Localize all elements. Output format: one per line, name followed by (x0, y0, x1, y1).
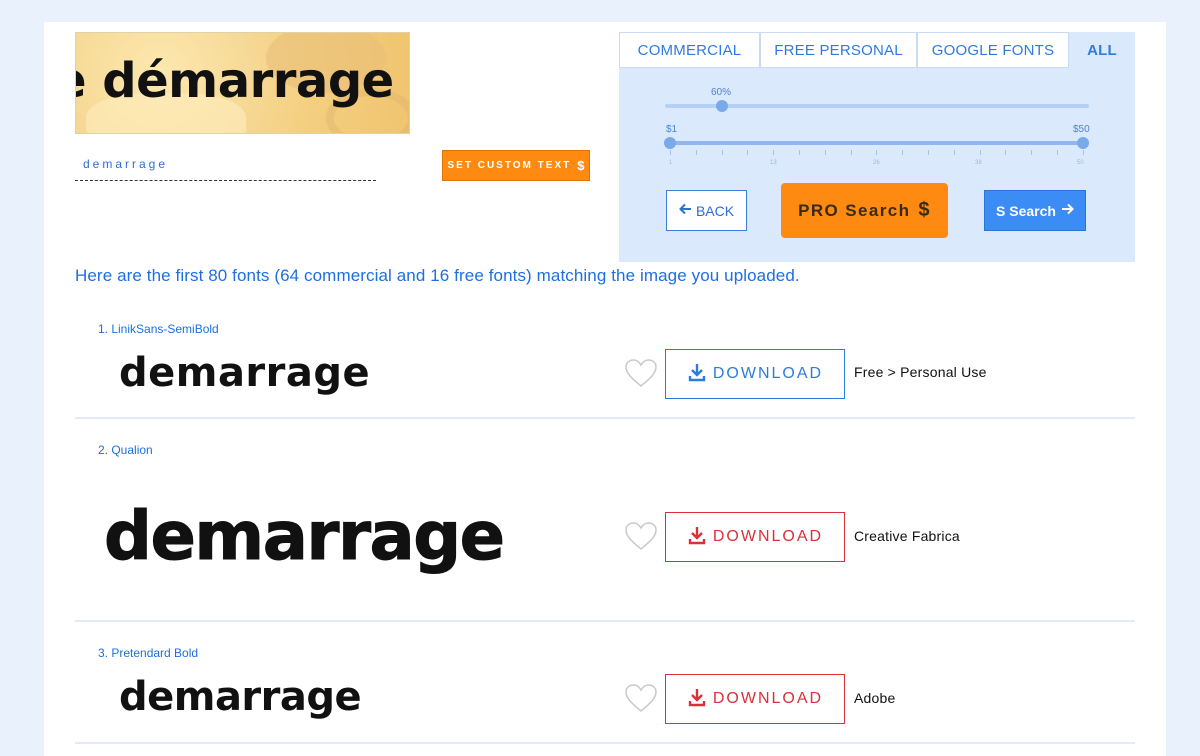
download-label: DOWNLOAD (712, 365, 824, 382)
heart-icon[interactable] (624, 683, 658, 713)
font-sample[interactable]: demarrage (119, 350, 370, 396)
price-scale-tick (799, 150, 800, 155)
price-tick-label: 38 (975, 160, 982, 166)
preview-text: e démarrage c (76, 53, 409, 109)
license-source: Free > Personal Use (854, 364, 987, 380)
custom-text-input[interactable]: demarrage (75, 152, 376, 181)
font-name-link[interactable]: 1. LinikSans-SemiBold (98, 322, 219, 336)
license-source: Creative Fabrica (854, 528, 960, 544)
price-scale-tick (1082, 150, 1084, 155)
price-scale-tick (670, 150, 671, 155)
font-name-link[interactable]: 2. Qualion (98, 443, 153, 457)
tab-free-personal[interactable]: FREE PERSONAL (760, 32, 917, 68)
price-scale-tick (695, 150, 697, 155)
price-scale-tick (1057, 150, 1058, 155)
tab-commercial[interactable]: COMMERCIAL (619, 32, 760, 68)
heart-icon[interactable] (624, 358, 658, 388)
dollar-icon: $ (918, 199, 931, 221)
price-max-label: $50 (1073, 124, 1090, 135)
price-min-label: $1 (666, 124, 678, 135)
uploaded-image-preview: e démarrage c (75, 32, 410, 134)
search-panel: COMMERCIAL FREE PERSONAL GOOGLE FONTS AL… (619, 32, 1135, 262)
set-custom-text-label: SET CUSTOM TEXT (447, 160, 572, 171)
price-slider-min-handle[interactable] (664, 137, 676, 149)
similarity-value-label: 60% (711, 87, 732, 98)
license-source: Adobe (854, 690, 896, 706)
download-button[interactable]: DOWNLOAD (665, 349, 845, 399)
download-icon (687, 525, 707, 550)
font-result-row: 3. Pretendard Bold demarrage DOWNLOAD Ad… (75, 622, 1135, 744)
arrow-right-icon (1060, 202, 1074, 219)
price-scale-tick (1005, 150, 1007, 155)
download-label: DOWNLOAD (712, 528, 824, 545)
price-scale-tick (747, 150, 749, 155)
pro-search-label: PRO Search (798, 200, 911, 220)
dollar-icon: $ (577, 158, 585, 173)
price-scale-tick (979, 150, 981, 155)
price-slider-track[interactable] (669, 141, 1083, 145)
download-button[interactable]: DOWNLOAD (665, 674, 845, 724)
price-scale-tick (1031, 150, 1033, 155)
back-label: BACK (695, 202, 735, 219)
tab-google-fonts[interactable]: GOOGLE FONTS (917, 32, 1069, 68)
page: e démarrage c demarrage SET CUSTOM TEXT … (44, 22, 1166, 756)
tab-all[interactable]: ALL (1069, 32, 1135, 68)
similarity-slider-handle[interactable] (716, 100, 728, 112)
price-scale-tick (953, 150, 955, 155)
font-result-row: 1. LinikSans-SemiBold demarrage DOWNLOAD… (75, 316, 1135, 419)
font-sample[interactable]: demarrage (119, 674, 362, 720)
s-search-label: S Search (996, 202, 1056, 219)
similarity-slider-track[interactable] (665, 104, 1089, 108)
arrow-left-icon (679, 202, 693, 219)
price-scale-tick (721, 150, 723, 155)
pro-search-button[interactable]: PRO Search $ (781, 183, 948, 238)
download-button[interactable]: DOWNLOAD (665, 512, 845, 562)
price-tick-label: 26 (873, 160, 880, 166)
results-summary: Here are the first 80 fonts (64 commerci… (75, 266, 800, 285)
price-slider-max-handle[interactable] (1077, 137, 1089, 149)
price-tick-label: 13 (770, 160, 777, 166)
font-sample[interactable]: demarrage (104, 497, 506, 576)
price-scale-tick (850, 150, 852, 155)
download-icon (687, 687, 707, 712)
back-button[interactable]: BACK (666, 190, 747, 231)
font-name-link[interactable]: 3. Pretendard Bold (98, 646, 198, 660)
font-result-row: 2. Qualion demarrage DOWNLOAD Creative F… (75, 419, 1135, 622)
price-scale-tick (902, 150, 904, 155)
price-scale-tick (928, 150, 929, 155)
license-tabs: COMMERCIAL FREE PERSONAL GOOGLE FONTS AL… (619, 32, 1135, 68)
price-scale-tick (876, 150, 878, 155)
price-scale-tick (824, 150, 826, 155)
set-custom-text-button[interactable]: SET CUSTOM TEXT $ (442, 150, 590, 181)
download-icon (687, 362, 707, 387)
s-search-button[interactable]: S Search (984, 190, 1086, 231)
heart-icon[interactable] (624, 521, 658, 551)
price-scale-tick (773, 150, 775, 155)
download-label: DOWNLOAD (712, 690, 824, 707)
price-tick-label: 50 (1077, 160, 1084, 166)
price-tick-label: 1 (669, 160, 673, 166)
